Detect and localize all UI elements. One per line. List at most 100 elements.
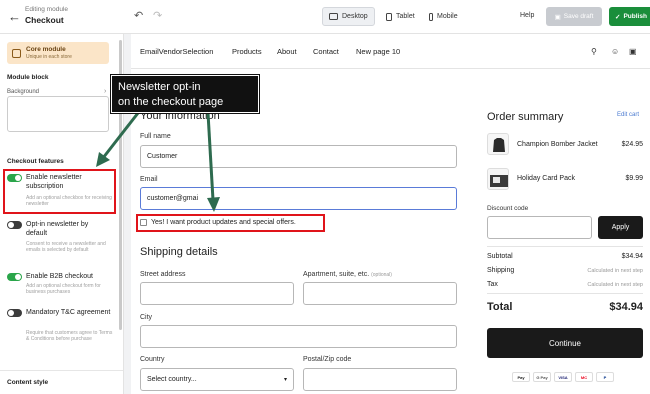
country-label: Country [140, 356, 165, 363]
sidebar-divider [0, 370, 123, 371]
feature-description: Add an optional checkout form for busine… [26, 283, 101, 295]
shipping-details-title: Shipping details [140, 246, 218, 258]
email-label: Email [140, 176, 158, 183]
core-module-subtitle: Unique in each store [26, 54, 72, 60]
mastercard-icon: MC [575, 372, 593, 382]
checkout-features-heading: Checkout features [7, 158, 64, 165]
back-arrow-icon[interactable]: ← [8, 9, 21, 24]
summary-divider [487, 293, 643, 294]
publish-button[interactable]: ✓ Publish [609, 7, 650, 26]
search-icon[interactable]: ⚲ [591, 47, 597, 56]
tc-agreement-toggle[interactable] [7, 309, 22, 317]
device-mobile-button[interactable]: Mobile [423, 7, 464, 26]
publish-label: Publish [623, 13, 647, 20]
city-label: City [140, 314, 153, 321]
street-address-input[interactable] [140, 282, 294, 305]
device-mobile-label: Mobile [437, 13, 458, 20]
postal-input[interactable] [303, 368, 457, 391]
country-select[interactable]: Select country... ▾ [140, 368, 294, 391]
subtotal-value: $34.94 [621, 253, 643, 260]
core-module-badge: Core module Unique in each store [7, 42, 109, 64]
feature-title: Opt-in newsletter by default [26, 221, 89, 237]
paypal-icon: P [596, 372, 614, 382]
background-label: Background [7, 89, 40, 95]
discount-code-input[interactable] [487, 216, 592, 239]
continue-button[interactable]: Continue [487, 328, 643, 358]
tablet-icon [386, 12, 392, 21]
visa-icon: VISA [554, 372, 572, 382]
payment-methods: Pay G Pay VISA MC P [512, 372, 614, 382]
product-price: $9.99 [625, 175, 643, 182]
summary-divider [487, 246, 643, 247]
shipping-value: Calculated in next step [587, 268, 643, 274]
feature-title: Mandatory T&C agreement [26, 309, 111, 316]
apple-pay-icon: Pay [512, 372, 530, 382]
module-block-heading: Module block [7, 74, 49, 81]
device-tablet-label: Tablet [396, 13, 415, 20]
nav-new-page[interactable]: New page 10 [356, 47, 400, 56]
tax-label: Tax [487, 281, 498, 288]
editor-topbar: ← Editing module Checkout ↶ ↷ Desktop Ta… [0, 0, 650, 34]
help-link[interactable]: Help [520, 12, 534, 19]
nav-contact[interactable]: Contact [313, 47, 339, 56]
postal-label: Postal/Zip code [303, 356, 352, 363]
street-address-label: Street address [140, 271, 186, 278]
desktop-icon [329, 13, 338, 20]
tax-value: Calculated in next step [587, 282, 643, 288]
background-picker[interactable] [7, 96, 109, 132]
nav-products[interactable]: Products [232, 47, 262, 56]
email-input[interactable]: customer@gmai [140, 187, 457, 210]
device-desktop-button[interactable]: Desktop [322, 7, 375, 26]
save-draft-button[interactable]: ▣ Save draft [546, 7, 602, 26]
optin-default-toggle[interactable] [7, 221, 22, 229]
device-tablet-button[interactable]: Tablet [380, 7, 421, 26]
check-icon: ✓ [615, 13, 621, 21]
product-price: $24.95 [621, 141, 643, 148]
device-desktop-label: Desktop [342, 13, 368, 20]
full-name-input[interactable]: Customer [140, 145, 457, 168]
store-name[interactable]: EmailVendorSelection [140, 47, 213, 56]
apartment-label: Apartment, suite, etc. (optional) [303, 271, 392, 278]
nav-about[interactable]: About [277, 47, 297, 56]
annotation-callout: Newsletter opt-in on the checkout page [111, 75, 259, 113]
total-label: Total [487, 301, 513, 313]
optin-highlight-box [136, 214, 325, 232]
city-input[interactable] [140, 325, 457, 348]
total-value: $34.94 [609, 301, 643, 313]
apply-button[interactable]: Apply [598, 216, 643, 239]
editing-module-label: Editing module [25, 6, 68, 13]
product-name: Champion Bomber Jacket [517, 141, 598, 148]
redo-icon[interactable]: ↷ [153, 9, 162, 22]
product-name: Holiday Card Pack [517, 175, 575, 182]
callout-line-1: Newsletter opt-in [118, 81, 201, 93]
settings-sidebar: Core module Unique in each store Module … [0, 34, 124, 394]
account-icon[interactable]: ☺ [611, 47, 619, 56]
editing-module-title: Checkout [25, 15, 64, 25]
optional-tag: (optional) [371, 272, 392, 278]
full-name-label: Full name [140, 133, 171, 140]
save-icon: ▣ [554, 13, 561, 21]
cart-icon[interactable]: ▣ [629, 47, 637, 56]
discount-code-label: Discount code [487, 205, 529, 212]
sidebar-highlight-box [3, 169, 116, 214]
content-style-heading: Content style [7, 379, 49, 386]
apartment-label-text: Apartment, suite, etc. [303, 271, 370, 278]
google-pay-icon: G Pay [533, 372, 551, 382]
feature-description: Require that customers agree to Terms & … [26, 330, 113, 342]
undo-icon[interactable]: ↶ [134, 9, 143, 22]
order-summary-title: Order summary [487, 111, 564, 123]
chevron-right-icon[interactable]: › [104, 88, 106, 95]
save-draft-label: Save draft [563, 13, 594, 20]
edit-cart-link[interactable]: Edit cart [617, 112, 639, 118]
callout-line-2: on the checkout page [118, 96, 224, 108]
apartment-input[interactable] [303, 282, 457, 305]
mobile-icon [429, 12, 433, 21]
product-thumbnail [487, 133, 509, 155]
module-icon [12, 48, 21, 58]
b2b-checkout-toggle[interactable] [7, 273, 22, 281]
header-divider [131, 68, 650, 69]
subtotal-label: Subtotal [487, 253, 513, 260]
country-placeholder: Select country... [147, 376, 197, 383]
shipping-label: Shipping [487, 267, 515, 274]
feature-title: Enable B2B checkout [26, 273, 93, 280]
